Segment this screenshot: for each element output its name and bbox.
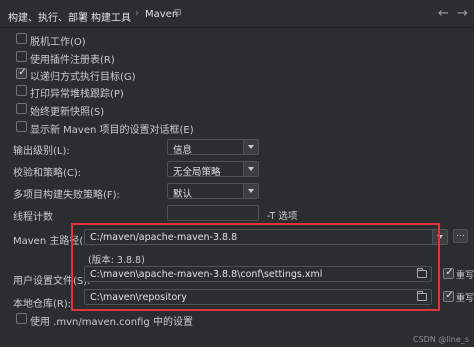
show-settings-label: 显示新 Maven 项目的设置对话框(E) (30, 125, 194, 136)
local-repo-label: 本地仓库(R): (13, 299, 72, 310)
user-settings-override-label: 重写 (456, 271, 474, 281)
always-update-label: 始终更新快照(S) (30, 107, 105, 118)
check-icon: ✓ (18, 67, 27, 78)
output-level-label: 输出级别(L): (13, 146, 70, 157)
check-icon: ✓ (445, 267, 454, 278)
local-repo-override-label: 重写 (456, 294, 474, 304)
plugin-registry-checkbox[interactable] (16, 51, 27, 62)
breadcrumb-separator: › (135, 8, 139, 19)
checksum-policy-label: 校验和策略(C): (13, 168, 82, 179)
breadcrumb-middle[interactable]: 构建工具 (91, 9, 131, 24)
local-repo-override-checkbox[interactable]: ✓ (443, 290, 454, 302)
output-level-select[interactable]: 信息 (167, 139, 259, 156)
use-mvn-config-label: 使用 .mvn/maven.config 中的设置 (30, 317, 193, 328)
output-level-value: 信息 (173, 145, 193, 156)
breadcrumb-parent[interactable]: 构建、执行、部署 (8, 9, 88, 24)
plugin-registry-label: 使用插件注册表(R) (30, 55, 115, 66)
breadcrumb-separator: › (80, 8, 84, 19)
forward-arrow-icon[interactable]: → (457, 6, 468, 21)
chevron-down-icon (243, 162, 258, 176)
print-stack-label: 打印异常堆栈跟踪(P) (30, 89, 124, 100)
multiproject-fail-select[interactable]: 默认 (167, 183, 259, 200)
offline-label: 脱机工作(O) (30, 37, 86, 48)
back-arrow-icon[interactable]: ← (438, 6, 449, 21)
thread-count-label: 线程计数 (13, 212, 53, 223)
chevron-down-icon (243, 140, 258, 154)
show-settings-checkbox[interactable] (16, 121, 27, 132)
recursive-label: 以递归方式执行目标(G) (30, 72, 136, 83)
recursive-checkbox[interactable]: ✓ (16, 67, 27, 79)
use-mvn-config-checkbox[interactable] (16, 313, 27, 324)
thread-count-input[interactable] (167, 205, 259, 221)
print-stack-checkbox[interactable] (16, 85, 27, 96)
checksum-policy-select[interactable]: 无全局策略 (167, 161, 259, 178)
multiproject-fail-label: 多项目构建失败策略(F): (13, 190, 120, 201)
check-icon: ✓ (445, 290, 454, 301)
thread-count-suffix: -T 选项 (267, 211, 298, 222)
watermark-text: CSDN @line_s (413, 335, 469, 344)
multiproject-fail-value: 默认 (173, 189, 193, 200)
offline-checkbox[interactable] (16, 33, 27, 44)
always-update-checkbox[interactable] (16, 103, 27, 114)
browse-maven-home-button[interactable]: ... (453, 229, 468, 243)
highlight-box (71, 223, 440, 311)
user-settings-override-checkbox[interactable]: ✓ (443, 267, 454, 279)
settings-header: 构建、执行、部署 › 构建工具 › Maven ⊟ ← → (0, 0, 474, 28)
chevron-down-icon (243, 184, 258, 198)
pin-icon[interactable]: ⊟ (174, 8, 182, 18)
checksum-policy-value: 无全局策略 (173, 167, 221, 178)
